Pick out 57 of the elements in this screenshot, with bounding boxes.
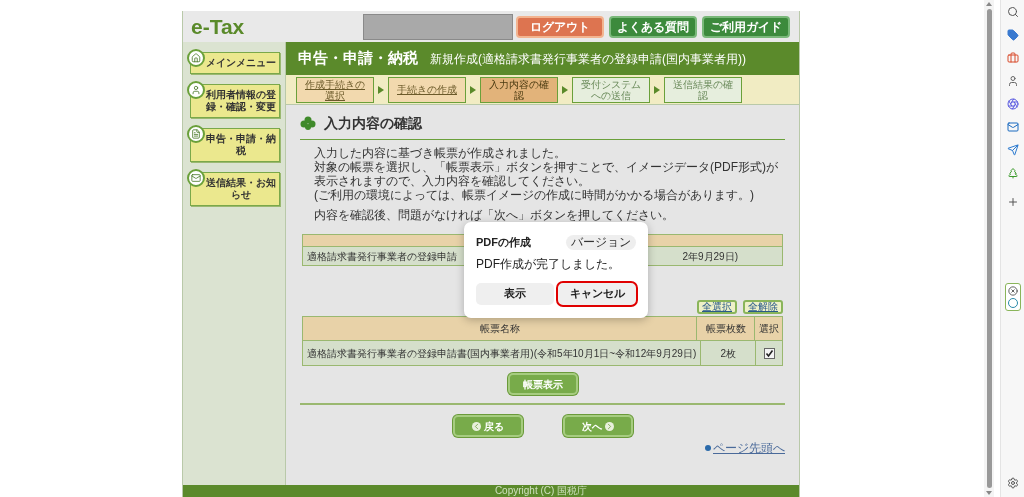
left-arrow-icon xyxy=(471,421,481,431)
tag-icon[interactable] xyxy=(1006,29,1019,41)
progress-step: 受付システムへの送信 xyxy=(572,76,650,103)
section-heading: 入力内容の確認 xyxy=(324,114,422,133)
person-icon[interactable] xyxy=(1006,75,1019,87)
select-all-button[interactable]: 全選択 xyxy=(697,300,737,314)
column-header: 帳票名称 xyxy=(478,322,521,336)
progress-step: 入力内容の確認 xyxy=(480,76,558,103)
home-icon xyxy=(187,49,205,67)
add-icon[interactable] xyxy=(1006,196,1019,208)
progress-step: 送信結果の確認 xyxy=(664,76,742,103)
table-cell-text: 2年9月29日) xyxy=(682,249,738,264)
column-header: 選択 xyxy=(754,317,782,340)
intro-text: 入力した内容に基づき帳票が作成されました。 xyxy=(314,146,567,160)
header-button[interactable]: ご利用ガイド xyxy=(702,15,790,38)
search-icon[interactable] xyxy=(1006,6,1019,18)
page-subtitle: 新規作成(適格請求書発行事業者の登録申請(国内事業者用)) xyxy=(430,50,746,68)
section-title: 申告・申請・納税 xyxy=(298,48,418,69)
aperture-icon[interactable] xyxy=(1006,98,1019,110)
tree-icon[interactable] xyxy=(1006,167,1019,179)
dialog-button[interactable]: キャンセル xyxy=(558,282,636,305)
column-header: 帳票枚数 xyxy=(696,317,754,340)
menu-item[interactable]: 利用者情報の登録・確認・変更 xyxy=(190,84,280,118)
scrollbar-thumb[interactable] xyxy=(986,9,992,488)
progress-step: 手続きの作成 xyxy=(388,76,466,103)
doc-icon xyxy=(187,125,205,143)
table-cell: 2枚 xyxy=(700,341,756,365)
header-button[interactable]: よくある質問 xyxy=(609,15,697,38)
clover-icon xyxy=(300,115,316,132)
send-icon[interactable] xyxy=(1006,144,1019,156)
pointer-icon xyxy=(705,445,711,451)
copyright-text: Copyright (C) 国税庁 xyxy=(494,485,588,497)
instruction-text: 内容を確認後、問題がなければ「次へ」ボタンを押してください。 xyxy=(314,208,675,222)
mail-icon xyxy=(187,169,205,187)
menu-item[interactable]: 申告・申請・納税 xyxy=(190,128,280,162)
version-badge: バージョン xyxy=(566,234,636,250)
settings-icon[interactable] xyxy=(1006,477,1019,489)
progress-step: 作成手続きの選択 xyxy=(296,76,374,103)
mail-icon[interactable] xyxy=(1006,121,1019,133)
table-cell-text: 適格請求書発行事業者の登録申請書(国内事業者用)(令和5年10月1日~令和12年9月29日) xyxy=(306,346,698,361)
user-icon xyxy=(187,81,205,99)
table-cell-text: 適格請求書発行事業者の登録申請 xyxy=(307,249,457,264)
intro-text: 対象の帳票を選択し、「帳票表示」ボタンを押すことで、イメージデータ(PDF形式)が表示されますので、入力内容を確認してください。 xyxy=(314,160,779,188)
page-top-link[interactable]: ページ先頭へ xyxy=(713,441,785,455)
checkbox[interactable] xyxy=(763,347,775,359)
dialog-button[interactable]: 表示 xyxy=(476,282,554,305)
close-icon[interactable] xyxy=(1007,286,1018,296)
extension-widget[interactable] xyxy=(1004,283,1021,311)
select-all-button[interactable]: 全解除 xyxy=(743,300,783,314)
menu-item[interactable]: メインメニュー xyxy=(190,52,280,74)
right-arrow-icon xyxy=(604,421,614,431)
dialog-title: PDFの作成 xyxy=(476,235,531,250)
menu-item[interactable]: 送信結果・お知らせ xyxy=(190,172,280,206)
briefcase-icon[interactable] xyxy=(1006,52,1019,64)
dialog-message: PDF作成が完了しました。 xyxy=(476,256,621,271)
intro-text: (ご利用の環境によっては、帳票イメージの作成に時間がかかる場合があります。) xyxy=(314,188,755,202)
logo: e-Tax xyxy=(191,13,246,40)
